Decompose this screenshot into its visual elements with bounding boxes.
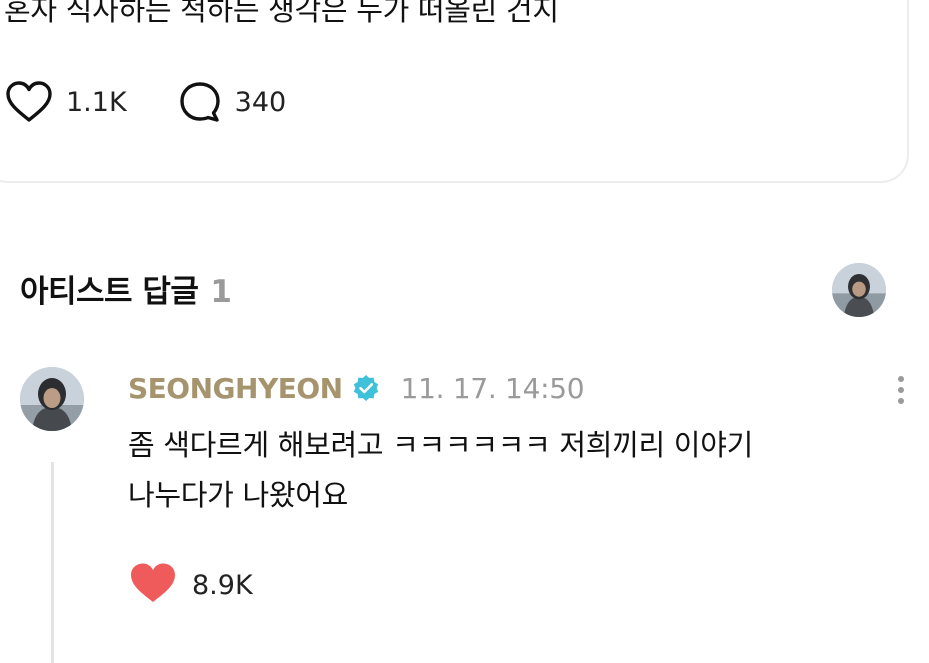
like-button[interactable]: 1.1K xyxy=(4,80,127,124)
reply-author[interactable]: SEONGHYEON xyxy=(128,372,343,405)
reply-header: SEONGHYEON 11. 17. 14:50 xyxy=(128,368,585,408)
heart-filled-icon xyxy=(128,561,178,609)
verified-badge-icon xyxy=(351,373,381,403)
reply-like-count: 8.9K xyxy=(192,569,253,601)
comment-count: 340 xyxy=(234,86,287,118)
post-card: 혼자 식사하는 척하는 생각은 누가 떠올린 건지 1.1K 340 xyxy=(0,0,909,183)
user-avatar[interactable] xyxy=(832,263,886,317)
reply-like-button[interactable]: 8.9K xyxy=(128,563,253,607)
post-text: 혼자 식사하는 척하는 생각은 누가 떠올린 건지 xyxy=(4,0,559,27)
artist-avatar[interactable] xyxy=(20,367,84,431)
post-actions: 1.1K 340 xyxy=(4,80,286,124)
more-vertical-icon xyxy=(898,376,904,382)
heart-outline-icon xyxy=(4,80,54,124)
reply-text-line: 나누다가 나왔어요 xyxy=(128,478,348,512)
comment-button[interactable]: 340 xyxy=(177,80,287,124)
reply-text: 좀 색다르게 해보려고 ㅋㅋㅋㅋㅋㅋ 저희끼리 이야기 나누다가 나왔어요 xyxy=(128,420,868,520)
artist-replies-title: 아티스트 답글 xyxy=(20,274,199,310)
more-options-button[interactable] xyxy=(888,370,914,410)
artist-replies-count: 1 xyxy=(210,274,232,310)
like-count: 1.1K xyxy=(66,86,127,118)
speech-bubble-icon xyxy=(177,80,223,124)
reply-timestamp: 11. 17. 14:50 xyxy=(400,371,585,405)
artist-replies-header: 아티스트 답글 1 xyxy=(20,266,232,310)
reply-text-line: 좀 색다르게 해보려고 ㅋㅋㅋㅋㅋㅋ 저희끼리 이야기 xyxy=(128,428,753,462)
thread-line xyxy=(51,462,54,663)
